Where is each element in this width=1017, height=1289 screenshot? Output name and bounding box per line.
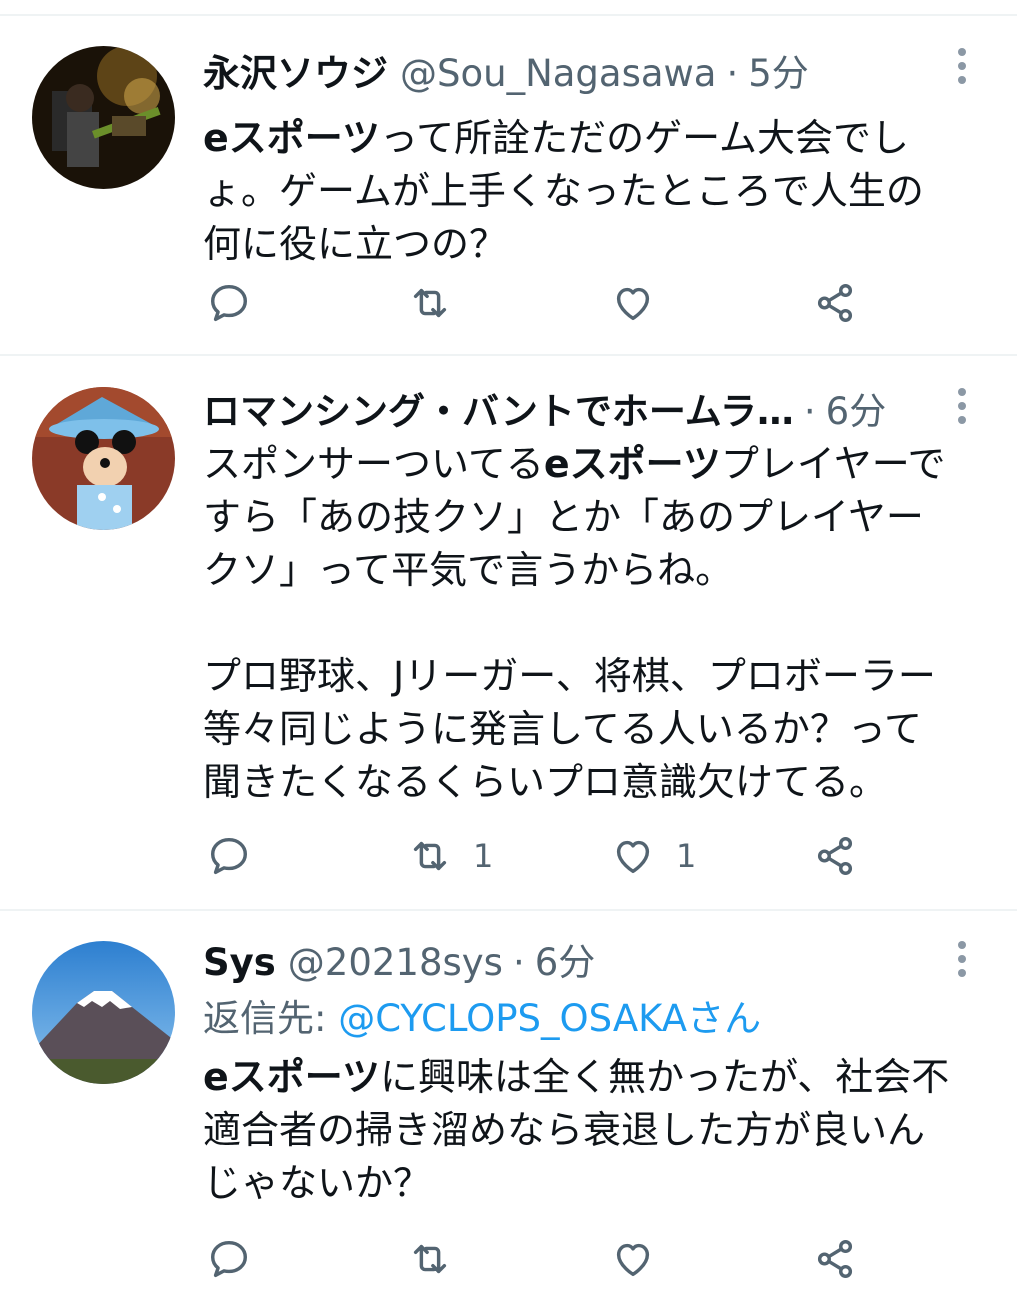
tweet-header: Sys @20218sys · 6分 [203,935,947,991]
tweet-text-segment: 何に役に立つの？ [203,222,508,266]
tweet-text-segment: すら「あの技クソ」とか「あのプレイヤー [203,495,924,539]
heart-icon [610,280,656,326]
user-handle[interactable]: @20218sys [288,935,503,991]
tweet-actions: 1 1 [0,826,1017,886]
tweet-line: じゃないか？ [203,1157,983,1210]
tweet-actions [0,273,1017,333]
like-button[interactable]: 1 [610,826,696,886]
more-vertical-icon[interactable] [947,939,977,979]
retweet-button[interactable] [407,273,473,333]
tweet-line: ょ。ゲームが上手くなったところで人生の [203,165,983,218]
like-button[interactable] [610,1229,676,1289]
reply-icon [206,833,252,879]
share-button[interactable] [812,273,858,333]
reply-button[interactable] [206,273,272,333]
highlighted-term: eスポーツ [203,116,381,160]
display-name[interactable]: ロマンシング・バントでホームラ… [203,384,794,440]
tweet-text-segment: ょ。ゲームが上手くなったところで人生の [203,169,924,213]
display-name[interactable]: Sys [203,935,276,991]
tweet-text-segment: 等々同じように発言してる人いるか？って [203,707,922,751]
share-icon [812,280,858,326]
tweet-line: eスポーツに興味は全く無かったが、社会不 [203,1051,983,1104]
share-icon [812,1236,858,1282]
tweet-text: eスポーツに興味は全く無かったが、社会不 適合者の掃き溜めなら衰退した方が良いんじ… [203,1051,983,1210]
tweet-text-segment: 適合者の掃き溜めなら衰退した方が良いん [203,1108,926,1152]
display-name[interactable]: 永沢ソウジ [203,46,388,102]
tweet-line: 適合者の掃き溜めなら衰退した方が良いん [203,1104,983,1157]
tweet-actions [0,1229,1017,1289]
user-handle[interactable]: @Sou_Nagasawa [400,46,716,102]
tweet-line: 等々同じように発言してる人いるか？って [203,703,983,756]
retweet-button[interactable]: 1 [407,826,493,886]
reply-button[interactable] [206,826,272,886]
tweet-text-segment: スポンサーついてる [203,442,544,486]
retweet-count: 1 [473,837,494,875]
reply-to-label: 返信先: [203,997,339,1040]
tweet-text-segment: プロ野球、Jリーガー、将棋、プロボーラー [203,654,936,698]
tweet-text-segment: に興味は全く無かったが、社会不 [380,1055,950,1099]
like-button[interactable] [610,273,676,333]
timestamp[interactable]: 6分 [826,384,887,440]
tweet-line: スポンサーついてるeスポーツプレイヤーで [203,438,983,491]
retweet-icon [407,280,453,326]
avatar[interactable] [32,387,175,530]
tweet-line: プロ野球、Jリーガー、将棋、プロボーラー [203,650,983,703]
separator: · [803,390,816,433]
tweet-header: ロマンシング・バントでホームラ… · 6分 [203,384,947,440]
share-icon [812,833,858,879]
tweet-text-segment: じゃないか？ [203,1161,432,1205]
tweet-text: スポンサーついてるeスポーツプレイヤーで すら「あの技クソ」とか「あのプレイヤーク… [203,438,983,809]
tweet-text: eスポーツって所詮ただのゲーム大会でし ょ。ゲームが上手くなったところで人生の 何に… [203,112,983,271]
paragraph-break [203,597,983,650]
tweet-header: 永沢ソウジ @Sou_Nagasawa · 5分 [203,46,947,102]
tweet[interactable]: ロマンシング・バントでホームラ… · 6分 スポンサーついてるeスポーツプレイヤ… [0,356,1017,911]
retweet-icon [407,833,453,879]
tweet-text-segment: って所詮ただのゲーム大会でし [380,116,909,160]
tweet-text-segment: クソ」って平気で言うからね。 [203,548,734,592]
more-vertical-icon[interactable] [947,386,977,426]
avatar[interactable] [32,941,175,1084]
timestamp[interactable]: 6分 [535,935,596,991]
heart-icon [610,833,656,879]
avatar[interactable] [32,46,175,189]
timestamp[interactable]: 5分 [748,46,809,102]
tweet-text-segment: プレイヤーで [720,442,946,486]
highlighted-term: eスポーツ [543,442,721,486]
retweet-icon [407,1236,453,1282]
retweet-button[interactable] [407,1229,473,1289]
share-button[interactable] [812,826,858,886]
tweet-line: 何に役に立つの？ [203,218,983,271]
tweet-line: クソ」って平気で言うからね。 [203,544,983,597]
more-vertical-icon[interactable] [947,46,977,86]
tweet-line: eスポーツって所詮ただのゲーム大会でし [203,112,983,165]
like-count: 1 [676,837,697,875]
reply-icon [206,280,252,326]
tweet-text-segment: 聞きたくなるくらいプロ意識欠けてる。 [203,760,888,804]
tweet[interactable]: 永沢ソウジ @Sou_Nagasawa · 5分 eスポーツって所詮ただのゲーム… [0,16,1017,356]
tweet[interactable]: Sys @20218sys · 6分 返信先: @CYCLOPS_OSAKAさん… [0,911,1017,1280]
heart-icon [610,1236,656,1282]
highlighted-term: eスポーツ [203,1055,381,1099]
separator: · [726,52,739,95]
tweet-line: 聞きたくなるくらいプロ意識欠けてる。 [203,756,983,809]
reply-to: 返信先: @CYCLOPS_OSAKAさん [203,991,761,1047]
separator: · [512,941,525,984]
reply-to-mention[interactable]: @CYCLOPS_OSAKAさん [338,997,761,1040]
reply-icon [206,1236,252,1282]
reply-button[interactable] [206,1229,272,1289]
share-button[interactable] [812,1229,858,1289]
tweet-line: すら「あの技クソ」とか「あのプレイヤー [203,491,983,544]
